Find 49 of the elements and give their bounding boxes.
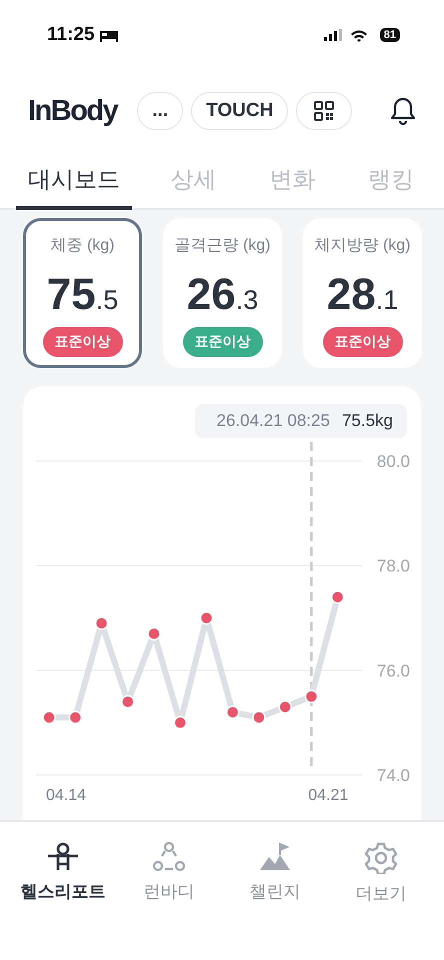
tab[interactable]: 대시보드 [16, 152, 132, 210]
clock-time: 11:25 [47, 24, 95, 46]
data-point[interactable] [278, 700, 292, 714]
battery-level: 81 [380, 28, 400, 42]
data-point[interactable] [68, 710, 82, 724]
metric-value: 75.5 [46, 270, 118, 321]
data-point[interactable] [147, 626, 161, 640]
qr-code-icon [313, 100, 336, 122]
data-point[interactable] [94, 616, 108, 630]
status-badge: 표준이상 [182, 327, 262, 357]
connected-circles-icon [152, 842, 186, 872]
status-badge: 표준이상 [322, 327, 402, 357]
status-badge: 표준이상 [42, 327, 122, 357]
y-axis-label: 78.0 [376, 556, 410, 576]
y-axis-label: 80.0 [376, 452, 410, 471]
y-axis-label: 74.0 [376, 766, 410, 785]
data-point[interactable] [252, 710, 266, 724]
header-button[interactable]: TOUCH [191, 92, 288, 130]
person-icon [46, 842, 80, 872]
x-axis-label: 04.14 [46, 787, 86, 804]
wifi-icon [350, 28, 368, 42]
nav-item[interactable]: 헬스리포트 [18, 842, 108, 903]
metric-value: 28.1 [326, 270, 398, 321]
metric-label: 체지방량 (kg) [314, 236, 410, 256]
data-point[interactable] [121, 694, 135, 708]
data-point[interactable] [304, 690, 318, 704]
metric-label: 체중 (kg) [50, 236, 114, 256]
settings-icon [364, 842, 398, 874]
metric-card[interactable]: 체지방량 (kg) 28.1 표준이상 [303, 218, 422, 368]
metric-card[interactable]: 체중 (kg) 75.5 표준이상 [23, 218, 142, 368]
qr-button[interactable] [296, 92, 352, 130]
data-point[interactable] [174, 716, 188, 730]
x-axis-label: 04.21 [308, 787, 348, 804]
data-point[interactable] [42, 710, 56, 724]
signal-icon [324, 29, 344, 41]
tooltip-date: 26.04.21 08:25 [216, 411, 330, 431]
bed-icon [98, 28, 119, 42]
y-axis-label: 76.0 [376, 661, 410, 680]
data-point[interactable] [200, 611, 214, 625]
metric-value: 26.3 [186, 270, 258, 321]
data-point[interactable] [330, 590, 344, 604]
app-logo: InBody [28, 94, 118, 128]
bell-icon[interactable] [390, 96, 416, 126]
tooltip-value: 75.5kg [342, 411, 393, 431]
metric-label: 골격근량 (kg) [174, 236, 270, 256]
metric-card[interactable]: 골격근량 (kg) 26.3 표준이상 [163, 218, 282, 368]
data-point[interactable] [226, 705, 240, 719]
header-button[interactable]: ... [137, 92, 184, 130]
mountain-flag-icon [258, 842, 292, 872]
